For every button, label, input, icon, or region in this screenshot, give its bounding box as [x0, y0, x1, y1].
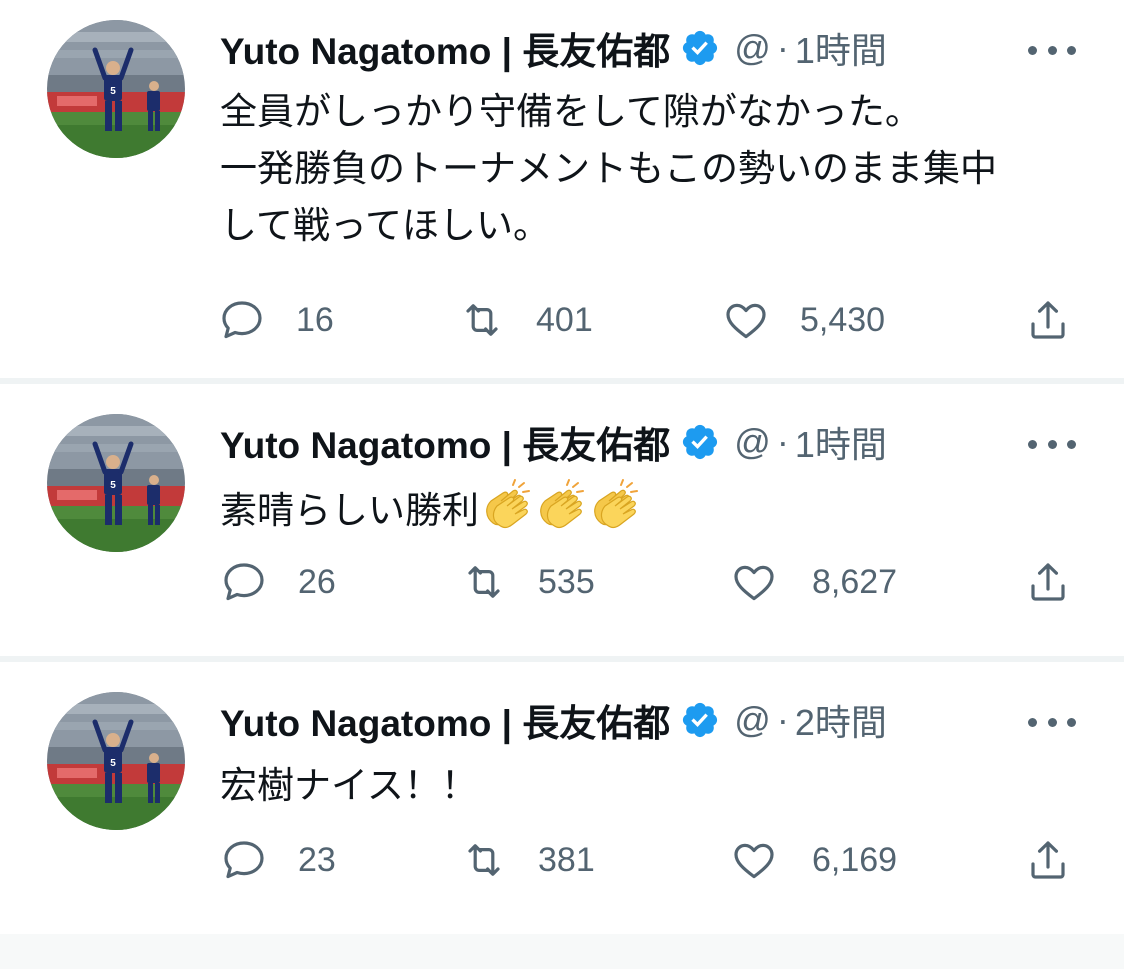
author-name[interactable]: Yuto Nagatomo | 長友佑都	[220, 21, 670, 75]
author-name[interactable]: Yuto Nagatomo | 長友佑都	[220, 693, 670, 747]
timeline-footer	[0, 934, 1124, 969]
like-button[interactable]: 6,169	[730, 830, 897, 890]
tweet-text-content: 素晴らしい勝利	[220, 490, 479, 531]
separator-dot: ·	[776, 699, 789, 740]
share-upload-icon	[1024, 558, 1072, 606]
author-name[interactable]: Yuto Nagatomo | 長友佑都	[220, 415, 670, 469]
reply-button[interactable]: 23	[220, 830, 336, 890]
retweet-count: 535	[538, 562, 595, 601]
tweet-text: 素晴らしい勝利	[220, 479, 1080, 539]
retweet-button[interactable]: 381	[460, 830, 595, 890]
avatar[interactable]	[47, 20, 185, 158]
retweet-arrows-icon	[460, 836, 508, 884]
heart-icon	[722, 296, 770, 344]
verified-badge-icon	[680, 422, 720, 462]
retweet-arrows-icon	[458, 296, 506, 344]
speech-bubble-icon	[220, 836, 268, 884]
verified-badge-icon	[680, 700, 720, 740]
tweet-text-line: 宏樹ナイス！！	[220, 765, 478, 806]
clapping-hands-emoji-icon	[533, 479, 587, 533]
more-horizontal-icon[interactable]	[1028, 38, 1076, 62]
separator-dot: ·	[776, 27, 789, 68]
retweet-button[interactable]: 401	[458, 290, 593, 350]
tweet[interactable]: Yuto Nagatomo | 長友佑都 @ · 2時間 宏樹ナイス！！ 23 …	[0, 662, 1124, 934]
author-handle[interactable]: @	[734, 421, 771, 463]
reply-button[interactable]: 26	[220, 552, 336, 612]
timestamp[interactable]: 2時間	[795, 694, 887, 746]
share-button[interactable]	[1024, 552, 1072, 612]
more-horizontal-icon[interactable]	[1028, 710, 1076, 734]
author-handle[interactable]: @	[734, 27, 771, 69]
speech-bubble-icon	[220, 558, 268, 606]
reply-count: 16	[296, 300, 334, 339]
tweet-actions: 23 381 6,169	[0, 830, 1124, 890]
tweet-text-line: 一発勝負のトーナメントもこの勢いのまま集中	[220, 148, 997, 189]
like-count: 8,627	[812, 562, 898, 601]
reply-count: 26	[298, 562, 336, 601]
avatar[interactable]	[47, 692, 185, 830]
tweet-header: Yuto Nagatomo | 長友佑都 @ · 1時間	[220, 23, 887, 73]
reply-count: 23	[298, 840, 336, 879]
tweet-header: Yuto Nagatomo | 長友佑都 @ · 1時間	[220, 417, 887, 467]
like-count: 5,430	[800, 300, 886, 339]
tweet-actions: 26 535 8,627	[0, 552, 1124, 612]
like-count: 6,169	[812, 840, 898, 879]
avatar[interactable]	[47, 414, 185, 552]
share-upload-icon	[1024, 836, 1072, 884]
like-button[interactable]: 5,430	[722, 290, 885, 350]
share-button[interactable]	[1024, 290, 1072, 350]
heart-icon	[730, 836, 778, 884]
tweet-header: Yuto Nagatomo | 長友佑都 @ · 2時間	[220, 695, 887, 745]
tweet-text-line: して戦ってほしい。	[220, 205, 551, 246]
speech-bubble-icon	[218, 296, 266, 344]
more-horizontal-icon[interactable]	[1028, 432, 1076, 456]
tweet-text-line: 素晴らしい勝利	[220, 479, 1080, 539]
clapping-hands-emoji-icon	[479, 479, 533, 533]
share-upload-icon	[1024, 296, 1072, 344]
clapping-hands-emoji-icon	[587, 479, 641, 533]
retweet-button[interactable]: 535	[460, 552, 595, 612]
tweet[interactable]: Yuto Nagatomo | 長友佑都 @ · 1時間 素晴らしい勝利 26 …	[0, 384, 1124, 656]
tweet-text: 宏樹ナイス！！	[220, 757, 1080, 814]
tweet-text: 全員がしっかり守備をして隙がなかった。 一発勝負のトーナメントもこの勢いのまま集…	[220, 83, 1080, 254]
tweet-text-line: 全員がしっかり守備をして隙がなかった。	[220, 91, 922, 132]
timestamp[interactable]: 1時間	[795, 416, 887, 468]
share-button[interactable]	[1024, 830, 1072, 890]
reply-button[interactable]: 16	[218, 290, 334, 350]
retweet-count: 401	[536, 300, 593, 339]
like-button[interactable]: 8,627	[730, 552, 897, 612]
retweet-arrows-icon	[460, 558, 508, 606]
tweet[interactable]: Yuto Nagatomo | 長友佑都 @ · 1時間 全員がしっかり守備をし…	[0, 0, 1124, 378]
retweet-count: 381	[538, 840, 595, 879]
tweet-actions: 16 401 5,430	[0, 290, 1124, 350]
verified-badge-icon	[680, 28, 720, 68]
separator-dot: ·	[776, 421, 789, 462]
author-handle[interactable]: @	[734, 699, 771, 741]
timestamp[interactable]: 1時間	[795, 22, 887, 74]
heart-icon	[730, 558, 778, 606]
